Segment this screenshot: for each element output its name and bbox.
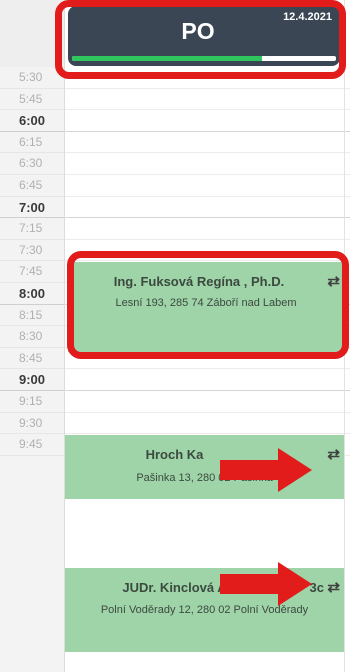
- time-slot-label: 7:30: [0, 240, 64, 262]
- time-slot-label: 8:00: [0, 283, 64, 305]
- time-column: 5:30 5:45 6:00 6:15 6:30 6:45 7:00 7:15 7:30 7:45…: [0, 0, 65, 672]
- time-slot-label: 9:45: [0, 434, 64, 456]
- highlight-box-appointment: [67, 251, 349, 359]
- grid-line: [65, 368, 350, 370]
- time-slot-label: 8:30: [0, 326, 64, 348]
- red-arrow-icon: [220, 562, 312, 606]
- grid-line: [65, 87, 350, 89]
- grid-line: [65, 390, 350, 391]
- time-slot-label: 6:15: [0, 132, 64, 154]
- swap-icon[interactable]: ⇄: [327, 578, 340, 596]
- swap-icon[interactable]: ⇄: [327, 445, 340, 463]
- grid-line: [65, 130, 350, 132]
- time-slot-label: 6:00: [0, 110, 64, 132]
- time-slot-label: 5:30: [0, 67, 64, 89]
- time-slot-label: 9:30: [0, 413, 64, 435]
- grid-line: [65, 109, 350, 111]
- grid-line: [65, 217, 350, 219]
- grid-line: [65, 174, 350, 175]
- grid-line: [65, 411, 350, 413]
- time-slot-label: 9:15: [0, 391, 64, 413]
- time-slot-label: 7:00: [0, 197, 64, 219]
- time-slot-label: 7:15: [0, 218, 64, 240]
- time-slot-label: 8:15: [0, 305, 64, 327]
- time-slot-label: 9:00: [0, 369, 64, 391]
- time-slot-label: 6:30: [0, 153, 64, 175]
- time-slot-label: 6:45: [0, 175, 64, 197]
- grid-line: [65, 195, 350, 197]
- grid-line: [65, 152, 350, 154]
- time-slots: 5:30 5:45 6:00 6:15 6:30 6:45 7:00 7:15 7:30 7:45…: [0, 67, 64, 456]
- red-arrow-icon: [220, 448, 312, 492]
- time-slot-label: 7:45: [0, 261, 64, 283]
- time-slot-label: 8:45: [0, 348, 64, 370]
- highlight-box-header: [55, 0, 346, 79]
- grid-line: [65, 238, 350, 240]
- time-slot-label: 5:45: [0, 89, 64, 111]
